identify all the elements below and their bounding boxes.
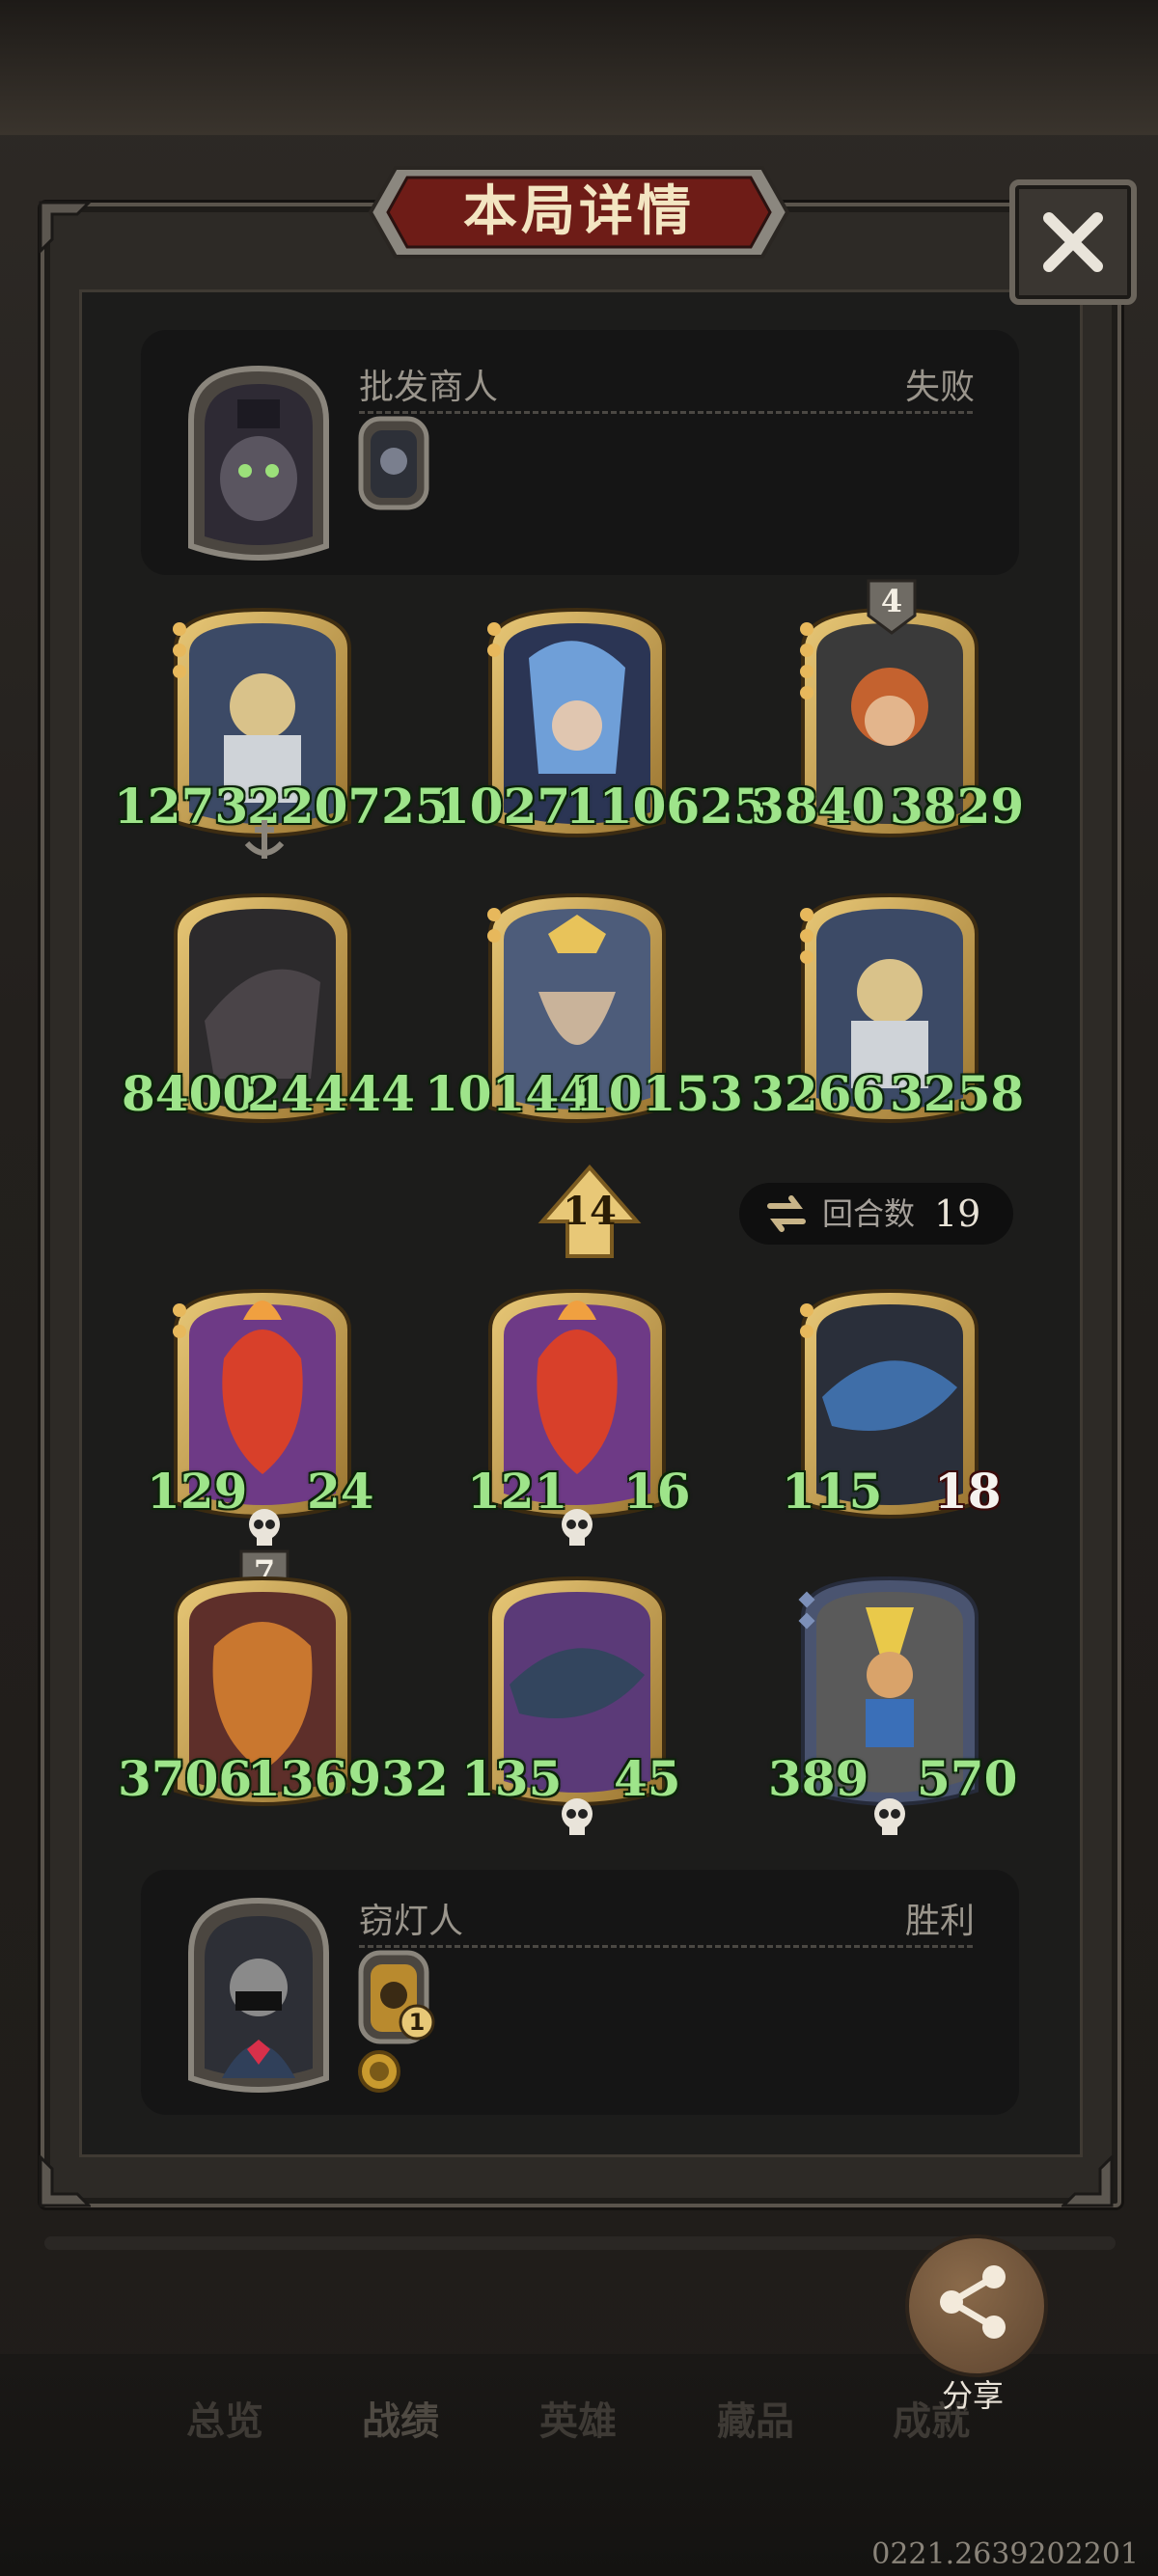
nav-collection[interactable]: 藏品 (683, 2393, 828, 2451)
minion-attack: 389 (768, 1750, 869, 1807)
count-badge-value: 1 (408, 2009, 426, 2036)
tier-badge-value: 4 (880, 583, 903, 619)
divider (359, 411, 973, 414)
opponent-name: 批发商人 (359, 368, 499, 407)
version-text: 0221.2639202201 (871, 2537, 1139, 2571)
share-button[interactable] (905, 2234, 1048, 2377)
close-icon (1043, 212, 1103, 272)
minion-health: 45 (614, 1750, 681, 1807)
opponent-item-icon[interactable] (357, 415, 430, 511)
nav-overview[interactable]: 总览 (152, 2393, 297, 2451)
corner-ornament-bottom-left (39, 2155, 91, 2207)
refresh-icon (767, 1195, 806, 1232)
minion-attack: 135 (461, 1750, 563, 1807)
minion-attack: 129 (147, 1463, 248, 1520)
share-label: 分享 (941, 2377, 1004, 2414)
minion-attack: 8400 (122, 1065, 257, 1122)
minion-attack: 1027 (436, 778, 571, 835)
round-label: 回合数 (822, 1195, 916, 1232)
minion-health: 10153 (575, 1065, 743, 1122)
minion-attack: 1273 (114, 778, 249, 835)
wood-background (0, 0, 1158, 135)
player-name: 窃灯人 (359, 1902, 464, 1941)
anchor-icon (244, 820, 285, 859)
opponent-result: 失败 (904, 368, 975, 407)
skull-icon (562, 1509, 593, 1546)
tavern-tier-value: 14 (563, 1189, 617, 1234)
minion-attack: 3706 (118, 1750, 253, 1807)
divider (359, 1945, 973, 1948)
minion-attack: 10144 (425, 1065, 593, 1122)
nav-battle-record[interactable]: 战绩 (328, 2393, 473, 2451)
minion-attack: 115 (782, 1463, 883, 1520)
share-icon (940, 2265, 1006, 2339)
skull-icon (562, 1798, 593, 1835)
minion-attack: 3266 (751, 1065, 886, 1122)
minion-health: 3829 (890, 778, 1025, 835)
corner-ornament-bottom-right (1062, 2155, 1114, 2207)
player-result: 胜利 (904, 1902, 975, 1941)
skull-icon (874, 1798, 905, 1835)
close-button[interactable] (1009, 179, 1137, 305)
skull-icon (249, 1509, 280, 1546)
minion-health: 136932 (247, 1750, 449, 1807)
minion-health: 18 (934, 1463, 1002, 1520)
coin-icon (358, 2050, 400, 2093)
minion-health: 110625 (565, 778, 767, 835)
minion-health: 3258 (890, 1065, 1025, 1122)
opponent-portrait[interactable] (183, 363, 334, 565)
minion-attack: 121 (467, 1463, 568, 1520)
minion-health: 24444 (247, 1065, 415, 1122)
nav-heroes[interactable]: 英雄 (506, 2393, 650, 2451)
player-portrait[interactable] (183, 1895, 334, 2097)
minion-health: 24 (307, 1463, 374, 1520)
page-title: 本局详情 (463, 180, 695, 243)
corner-ornament-top-left (39, 201, 91, 253)
minion-health: 570 (917, 1750, 1018, 1807)
minion-health: 16 (623, 1463, 691, 1520)
round-value: 19 (934, 1192, 981, 1235)
minion-attack: 3840 (751, 778, 886, 835)
